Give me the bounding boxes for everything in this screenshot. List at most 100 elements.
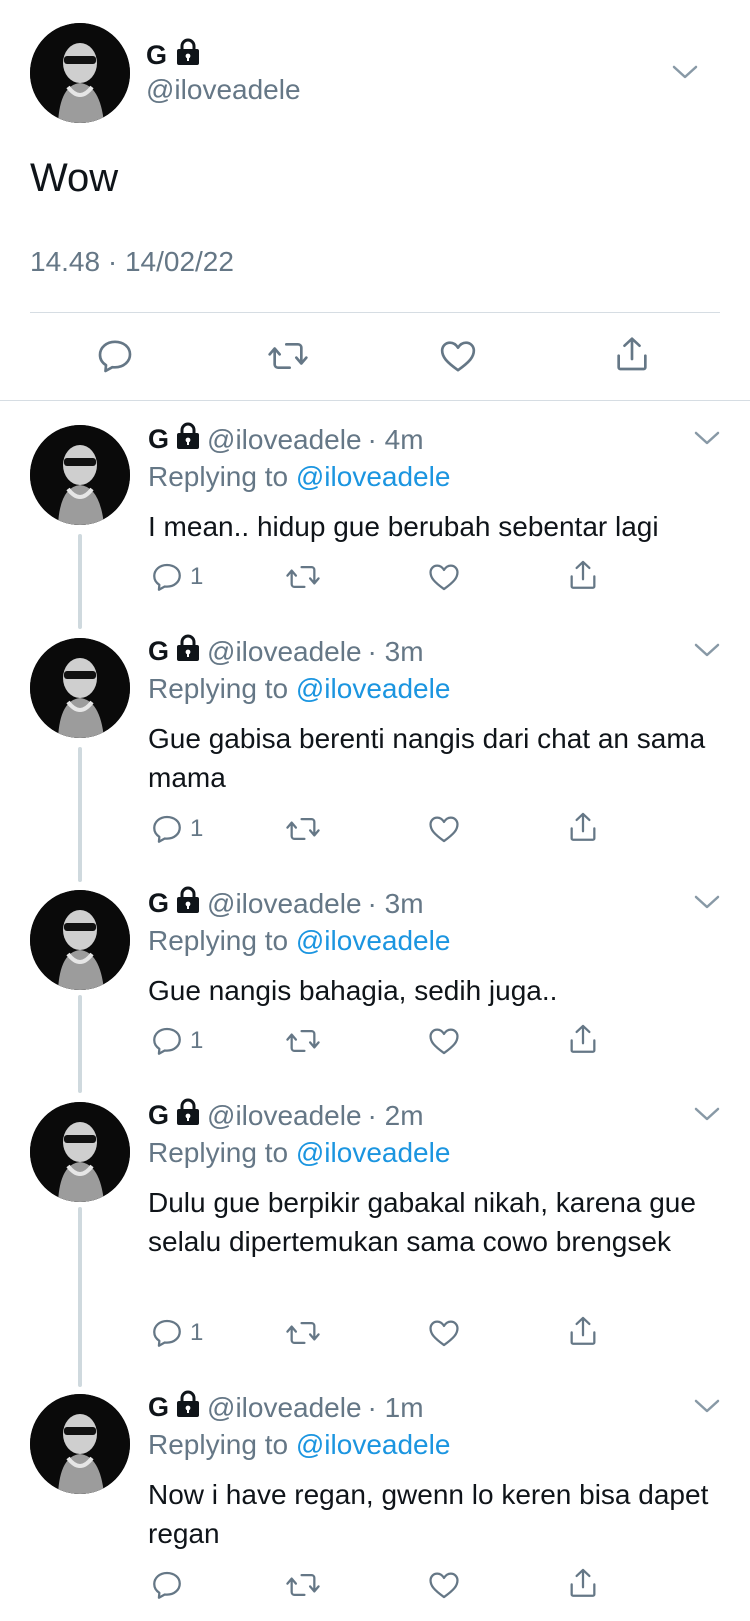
- reply-time[interactable]: · 1m: [368, 1392, 424, 1424]
- reply-icon: [153, 1027, 181, 1055]
- mention-link[interactable]: @iloveadele: [296, 1429, 451, 1460]
- reply-button[interactable]: 1: [150, 812, 203, 846]
- reply-text: Dulu gue berpikir gabakal nikah, karena …: [148, 1187, 696, 1257]
- reply-button[interactable]: 1: [150, 1024, 203, 1058]
- like-button[interactable]: [438, 336, 478, 376]
- retweet-icon: [286, 1573, 320, 1597]
- retweet-button[interactable]: [284, 1316, 322, 1350]
- tweet-timestamp[interactable]: 14.48 · 14/02/22: [30, 246, 234, 278]
- reply-text: Now i have regan, gwenn lo keren bisa da…: [148, 1479, 709, 1549]
- retweet-button[interactable]: [284, 1568, 322, 1602]
- author-handle[interactable]: @iloveadele: [207, 1100, 362, 1132]
- share-icon: [570, 560, 596, 589]
- lock-icon: [175, 38, 201, 73]
- share-button[interactable]: [566, 1566, 600, 1600]
- reply-header: G @iloveadele · 1m: [148, 1390, 424, 1425]
- retweet-button[interactable]: [284, 812, 322, 846]
- avatar[interactable]: [30, 1102, 130, 1202]
- author-handle[interactable]: @iloveadele: [207, 888, 362, 920]
- share-button[interactable]: [566, 810, 600, 844]
- replying-to: Replying to @iloveadele: [148, 673, 450, 705]
- share-button[interactable]: [566, 1022, 600, 1056]
- section-divider: [0, 400, 750, 401]
- thread-line: [78, 534, 82, 629]
- lock-icon: [175, 634, 201, 669]
- like-button[interactable]: [427, 560, 461, 594]
- author-handle[interactable]: @iloveadele: [207, 636, 362, 668]
- like-icon: [429, 1028, 459, 1055]
- lock-icon: [175, 422, 201, 457]
- replying-prefix: Replying to: [148, 925, 289, 956]
- share-icon: [570, 1316, 596, 1345]
- lock-icon: [175, 1390, 201, 1425]
- retweet-button[interactable]: [284, 1024, 322, 1058]
- author-name[interactable]: G: [148, 424, 169, 455]
- reply-button[interactable]: [150, 1568, 190, 1602]
- retweet-button[interactable]: [266, 336, 310, 376]
- retweet-icon: [286, 817, 320, 841]
- reply-button[interactable]: 1: [150, 1316, 203, 1350]
- reply-header: G @iloveadele · 3m: [148, 886, 424, 921]
- reply-text: I mean.. hidup gue berubah sebentar lagi: [148, 511, 659, 542]
- reply-time[interactable]: · 2m: [368, 1100, 424, 1132]
- share-button[interactable]: [566, 1314, 600, 1348]
- thread-line: [78, 1207, 82, 1387]
- mention-link[interactable]: @iloveadele: [296, 1137, 451, 1168]
- avatar[interactable]: [30, 23, 130, 123]
- like-icon: [429, 564, 459, 591]
- replying-prefix: Replying to: [148, 1137, 289, 1168]
- like-icon: [429, 1320, 459, 1347]
- reply-header: G @iloveadele · 3m: [148, 634, 424, 669]
- reply-icon: [153, 1571, 181, 1599]
- author-name[interactable]: G: [146, 40, 167, 71]
- author-handle[interactable]: @iloveadele: [146, 74, 301, 106]
- avatar[interactable]: [30, 638, 130, 738]
- reply-time[interactable]: · 3m: [368, 636, 424, 668]
- retweet-icon: [268, 343, 308, 369]
- author-name[interactable]: G: [148, 636, 169, 667]
- chevron-down-icon[interactable]: [694, 1106, 720, 1122]
- chevron-down-icon[interactable]: [694, 430, 720, 446]
- reply-button[interactable]: [95, 336, 135, 376]
- reply-icon: [153, 563, 181, 591]
- tweet-text: Wow: [30, 156, 119, 200]
- share-button[interactable]: [566, 558, 600, 592]
- avatar[interactable]: [30, 425, 130, 525]
- author-handle[interactable]: @iloveadele: [207, 1392, 362, 1424]
- avatar[interactable]: [30, 1394, 130, 1494]
- reply-count: 1: [190, 1027, 204, 1054]
- like-icon: [429, 816, 459, 843]
- share-button[interactable]: [612, 334, 652, 374]
- like-button[interactable]: [427, 812, 461, 846]
- mention-link[interactable]: @iloveadele: [296, 673, 451, 704]
- replying-to: Replying to @iloveadele: [148, 925, 450, 957]
- chevron-down-icon[interactable]: [694, 642, 720, 658]
- author-name[interactable]: G: [148, 888, 169, 919]
- divider: [30, 312, 720, 313]
- mention-link[interactable]: @iloveadele: [296, 461, 451, 492]
- retweet-icon: [286, 565, 320, 589]
- reply-button[interactable]: 1: [150, 560, 203, 594]
- like-button[interactable]: [427, 1568, 461, 1602]
- reply-time[interactable]: · 3m: [368, 888, 424, 920]
- reply-count: 1: [190, 563, 204, 590]
- chevron-down-icon[interactable]: [694, 894, 720, 910]
- retweet-button[interactable]: [284, 560, 322, 594]
- chevron-down-icon[interactable]: [694, 1398, 720, 1414]
- avatar[interactable]: [30, 890, 130, 990]
- reply-icon: [98, 340, 132, 373]
- share-icon: [617, 337, 647, 371]
- like-button[interactable]: [427, 1024, 461, 1058]
- avatar-image: [30, 23, 130, 123]
- author-name[interactable]: G: [148, 1392, 169, 1423]
- mention-link[interactable]: @iloveadele: [296, 925, 451, 956]
- reply-time[interactable]: · 4m: [368, 424, 424, 456]
- like-button[interactable]: [427, 1316, 461, 1350]
- lock-icon: [175, 1098, 201, 1133]
- author-name[interactable]: G: [148, 1100, 169, 1131]
- author-handle[interactable]: @iloveadele: [207, 424, 362, 456]
- share-icon: [570, 1024, 596, 1053]
- share-icon: [570, 812, 596, 841]
- chevron-down-icon[interactable]: [672, 64, 698, 80]
- replying-prefix: Replying to: [148, 1429, 289, 1460]
